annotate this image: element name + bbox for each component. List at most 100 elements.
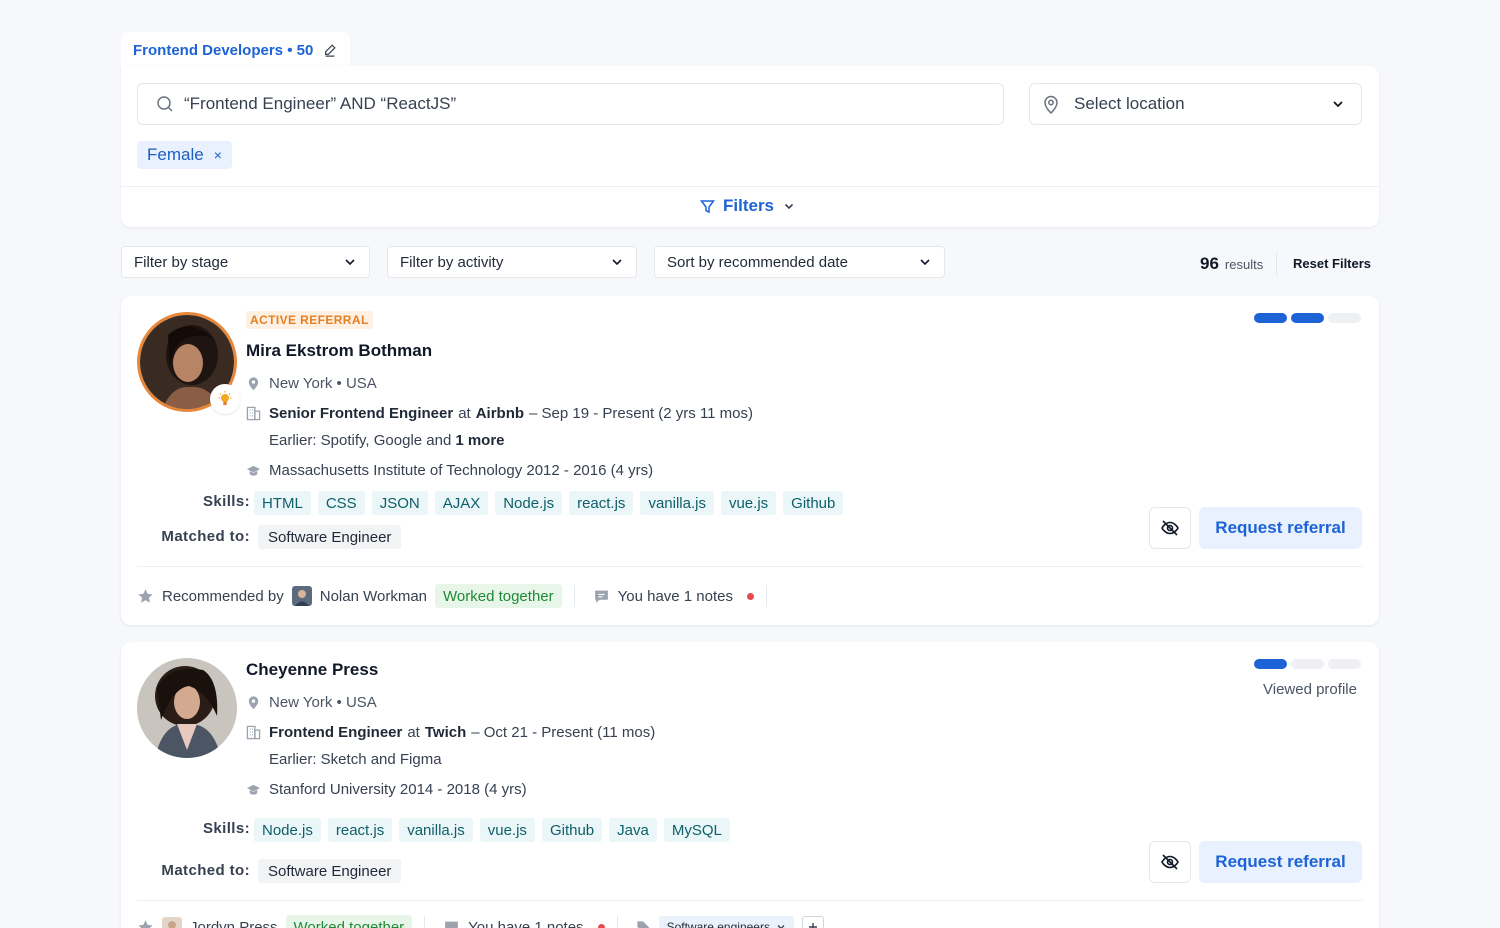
earlier-companies: Earlier: Spotify, Google and 1 more (269, 432, 505, 449)
candidate-status: Viewed profile (1263, 681, 1357, 698)
chevron-down-icon (784, 203, 794, 210)
matched-job-tag: Software Engineer (258, 525, 402, 549)
skill-tag: CSS (317, 491, 365, 515)
candidate-location: New York • USA (246, 375, 377, 392)
request-referral-button[interactable]: Request referral (1199, 841, 1362, 883)
progress-step (1254, 659, 1287, 669)
lightbulb-icon (210, 384, 240, 414)
results-count: 96 results (1200, 254, 1263, 274)
skill-tag: Github (541, 818, 603, 842)
job-period: – Sep 19 - Present (2 yrs 11 mos) (529, 405, 754, 422)
saved-search-count: 50 (296, 41, 314, 59)
education-text: Stanford University 2014 - 2018 (4 yrs) (269, 781, 527, 798)
job-period: – Oct 21 - Present (11 mos) (471, 724, 656, 741)
filter-stage-select[interactable]: Filter by stage (121, 246, 370, 278)
card-divider (137, 900, 1363, 901)
hide-candidate-button[interactable] (1149, 841, 1191, 883)
skill-tag: MySQL (663, 818, 730, 842)
candidate-avatar[interactable] (137, 658, 237, 758)
recommender-avatar (162, 917, 182, 928)
hide-candidate-button[interactable] (1149, 507, 1191, 549)
recommendation: Jordyn Press Worked together (137, 915, 424, 928)
graduation-cap-icon (246, 784, 261, 795)
lightbulb-glyph (218, 391, 232, 405)
unread-dot (597, 923, 605, 928)
location-text: New York • USA (269, 694, 377, 711)
active-referral-badge: ACTIVE REFERRAL (246, 311, 373, 329)
skill-tag: Github (783, 491, 844, 515)
search-input[interactable]: “Frontend Engineer” AND “ReactJS” (137, 83, 1004, 125)
location-text: New York • USA (269, 375, 377, 392)
progress-step (1254, 313, 1287, 323)
map-pin-icon (248, 696, 259, 710)
company-name: Twich (424, 724, 467, 741)
filter-chip-label: Female (147, 145, 204, 164)
candidate-name[interactable]: Mira Ekstrom Bothman (246, 341, 432, 361)
candidate-tag[interactable]: Software engineers (658, 916, 794, 928)
filter-stage-label: Filter by stage (134, 253, 229, 271)
search-icon (157, 96, 173, 112)
comment-icon (445, 921, 459, 928)
location-select[interactable]: Select location (1029, 83, 1362, 125)
footer-divider (766, 585, 768, 607)
earlier-text: Earlier: Sketch and Figma (269, 751, 442, 768)
edit-pencil-icon[interactable] (323, 43, 337, 57)
sort-select[interactable]: Sort by recommended date (654, 246, 945, 278)
map-pin-icon (248, 377, 259, 391)
footer-divider (424, 916, 426, 928)
map-pin-icon (1044, 95, 1058, 114)
star-icon (138, 919, 153, 928)
progress-step (1328, 313, 1361, 323)
request-referral-button[interactable]: Request referral (1199, 507, 1362, 549)
building-icon (246, 725, 261, 740)
progress-step (1291, 659, 1324, 669)
sort-label: Sort by recommended date (667, 253, 848, 271)
graduation-cap-icon (246, 465, 261, 476)
earlier-more-link[interactable]: 1 more (455, 432, 504, 449)
earlier-companies: Earlier: Sketch and Figma (269, 751, 442, 768)
recommender-photo (291, 586, 312, 606)
skill-tag: vanilla.js (399, 818, 473, 842)
skills-label: Skills: (203, 820, 250, 837)
plus-icon (808, 923, 817, 928)
filters-label: Filters (723, 196, 775, 215)
saved-search-tab[interactable]: Frontend Developers • 50 (121, 32, 350, 68)
location-placeholder: Select location (1074, 94, 1185, 113)
filter-activity-select[interactable]: Filter by activity (387, 246, 637, 278)
skills-list: HTML CSS JSON AJAX Node.js react.js vani… (254, 491, 844, 515)
candidate-name[interactable]: Cheyenne Press (246, 660, 378, 680)
filters-toggle-button[interactable]: Filters (700, 194, 796, 218)
skills-label: Skills: (203, 493, 250, 510)
candidate-tag-label: Software engineers (666, 920, 770, 928)
relation-badge: Worked together (435, 584, 562, 608)
position-text: Frontend Engineer at Twich – Oct 21 - Pr… (269, 724, 655, 741)
building-icon (246, 406, 261, 421)
skill-tag: react.js (327, 818, 393, 842)
candidate-position: Senior Frontend Engineer at Airbnb – Sep… (246, 405, 753, 422)
stage-progress (1254, 659, 1361, 669)
job-title: Frontend Engineer (269, 724, 403, 741)
notes[interactable]: You have 1 notes (443, 919, 616, 928)
stage-progress (1254, 313, 1361, 323)
progress-step (1328, 659, 1361, 669)
matched-to-label: Matched to: (161, 528, 250, 545)
candidate-education: Stanford University 2014 - 2018 (4 yrs) (246, 781, 527, 798)
filter-activity-label: Filter by activity (400, 253, 504, 271)
filter-chip-female[interactable]: Female × (137, 141, 232, 169)
earlier-text: Earlier: Spotify, Google and (269, 432, 452, 449)
notes[interactable]: You have 1 notes (593, 588, 766, 605)
skill-tag: JSON (371, 491, 428, 515)
saved-search-name: Frontend Developers (133, 41, 284, 59)
funnel-icon (700, 199, 715, 213)
recommender-name[interactable]: Nolan Workman (320, 588, 427, 605)
job-title: Senior Frontend Engineer (269, 405, 454, 422)
add-tag-button[interactable] (801, 916, 824, 928)
saved-search-separator: • (287, 41, 293, 59)
chevron-down-icon (345, 259, 355, 266)
chevron-down-icon (920, 259, 930, 266)
skill-tag: Node.js (254, 818, 321, 842)
recommender-name[interactable]: Jordyn Press (190, 919, 278, 928)
company-name: Airbnb (475, 405, 525, 422)
remove-chip-icon[interactable]: × (214, 147, 222, 163)
reset-filters-link[interactable]: Reset Filters (1293, 256, 1371, 271)
